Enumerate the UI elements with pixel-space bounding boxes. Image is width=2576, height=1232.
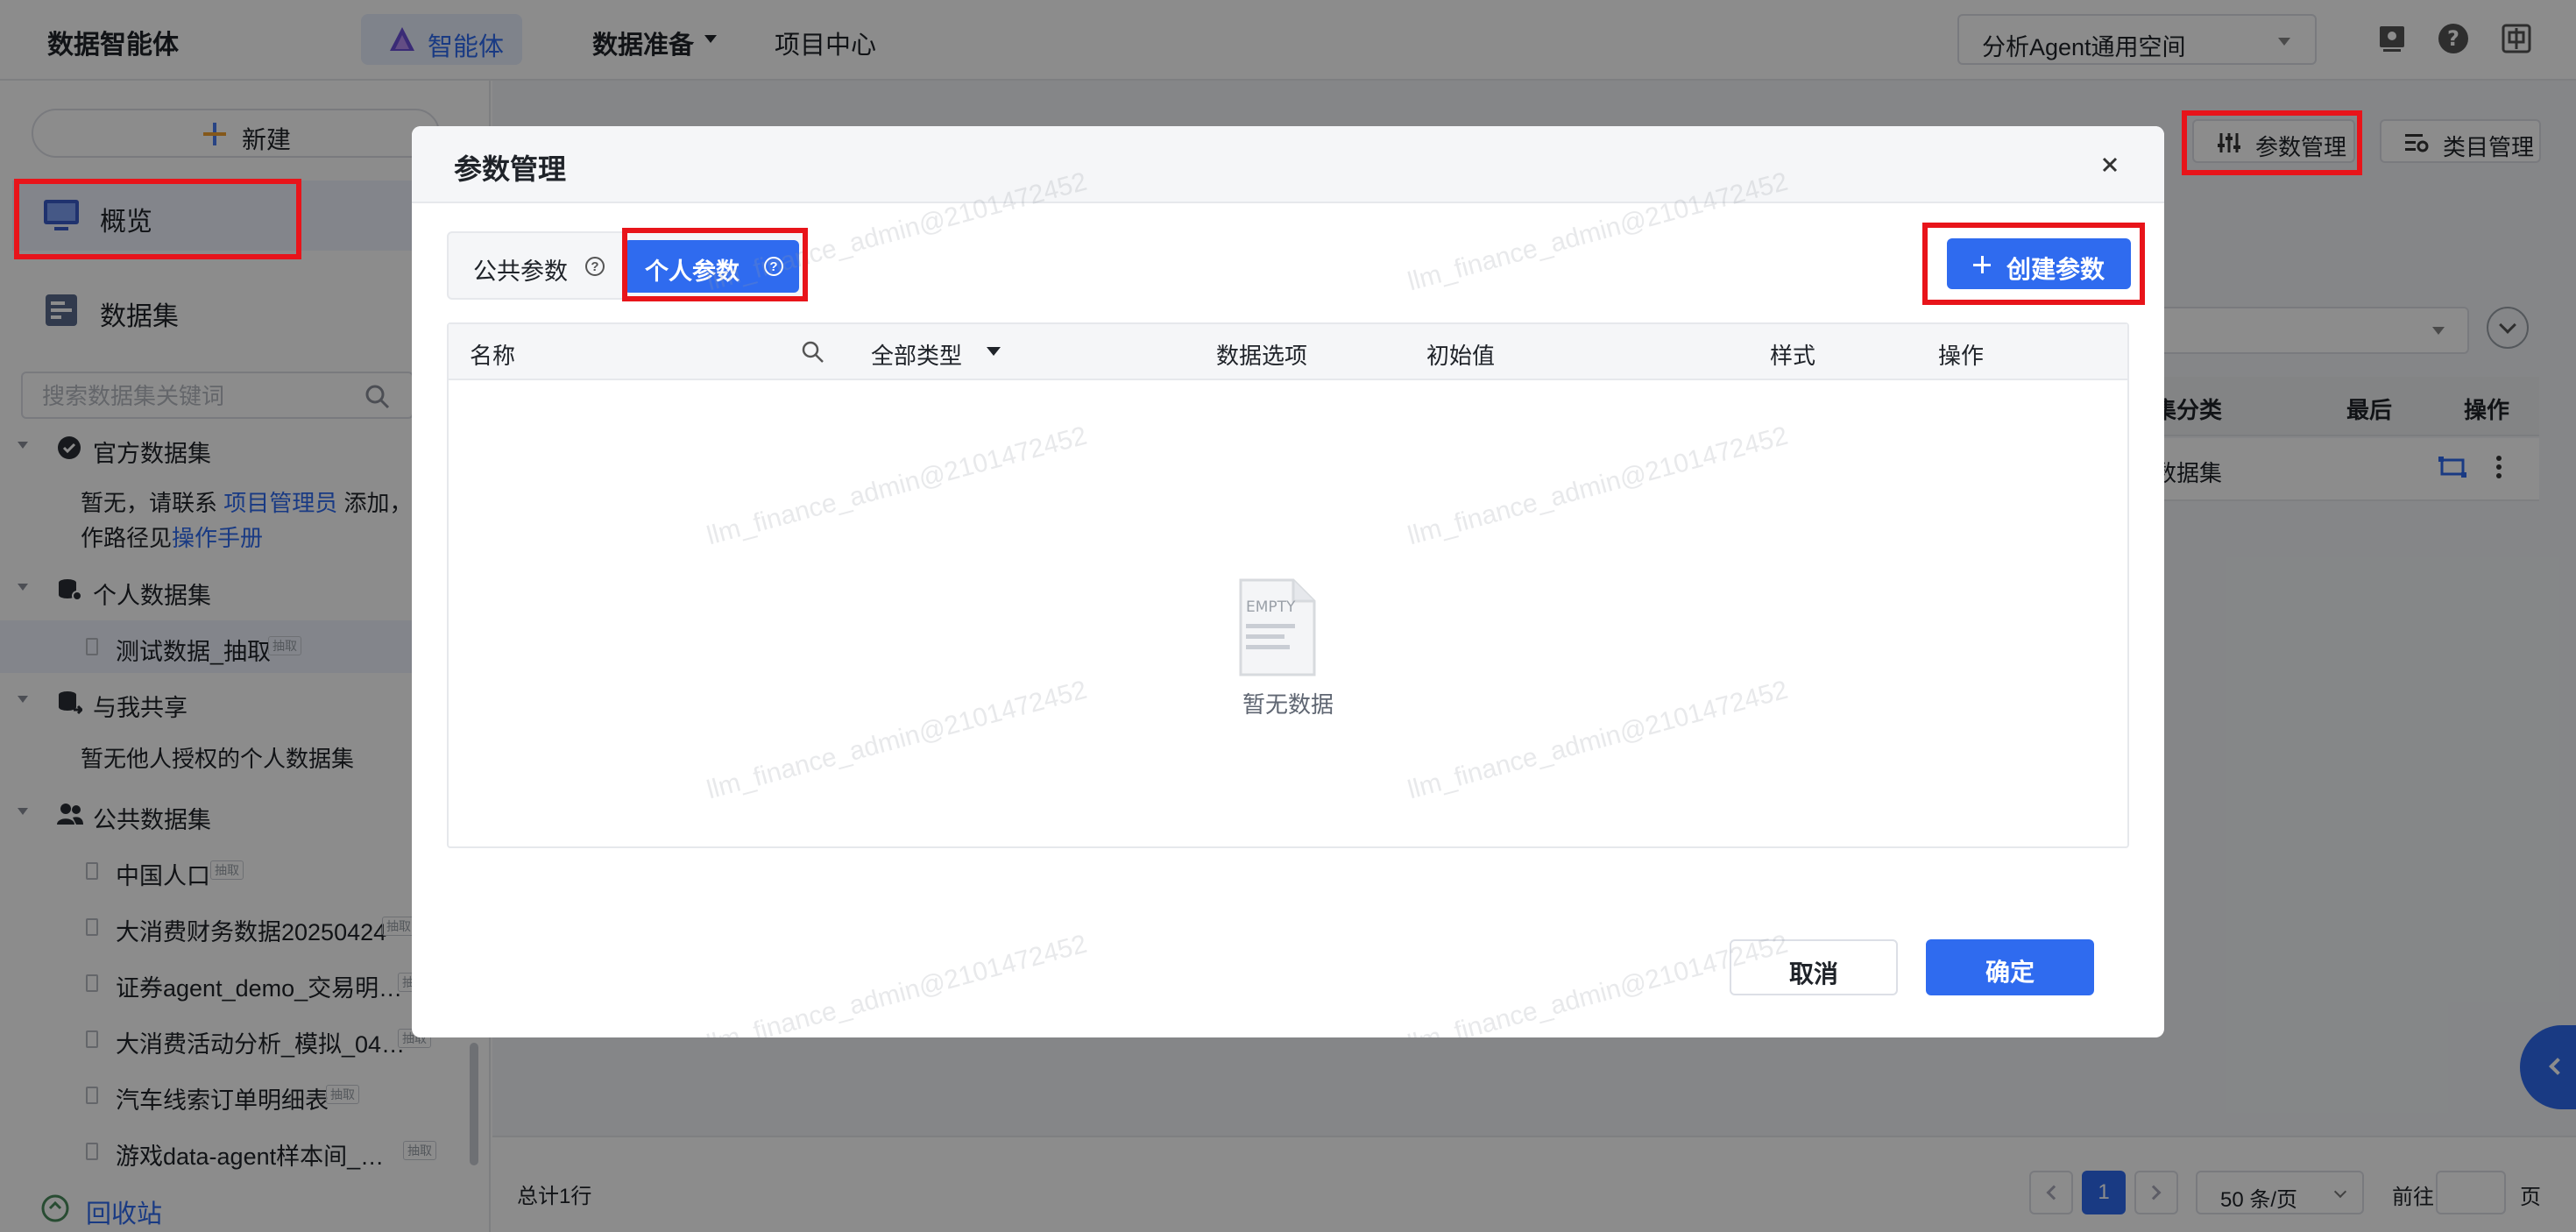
highlight-box-create-param xyxy=(1922,223,2145,305)
empty-file-icon: EMPTY xyxy=(1235,577,1320,678)
close-icon[interactable] xyxy=(2096,151,2124,179)
cancel-label: 取消 xyxy=(1788,960,1838,988)
table-header: 名称 全部类型 数据选项 初始值 样式 操作 xyxy=(449,324,2127,380)
column-header-name: 名称 xyxy=(470,343,516,369)
dialog-header xyxy=(412,126,2164,203)
dialog-title: 参数管理 xyxy=(454,153,567,185)
tab-label: 公共参数 xyxy=(473,258,568,285)
column-header-data-options: 数据选项 xyxy=(1216,343,1308,369)
column-header-actions: 操作 xyxy=(1938,343,1985,369)
column-header-type-filter[interactable]: 全部类型 xyxy=(871,338,962,371)
watermark: llm_finance_admin@2101472452 xyxy=(704,929,1090,1037)
empty-state-text: 暂无数据 xyxy=(1242,691,1334,718)
empty-label: EMPTY xyxy=(1246,598,1296,616)
search-icon[interactable] xyxy=(801,340,825,365)
column-header-style: 样式 xyxy=(1770,343,1816,369)
confirm-button[interactable]: 确定 xyxy=(1926,939,2094,995)
param-table: 名称 全部类型 数据选项 初始值 样式 操作 EMPTY 暂无数据 xyxy=(447,322,2129,848)
tab-public-params[interactable]: 公共参数 ? xyxy=(456,240,617,293)
highlight-box-overview xyxy=(14,179,301,259)
highlight-box-personal-tab xyxy=(622,228,808,301)
caret-down-icon[interactable] xyxy=(987,347,1001,356)
highlight-box-param-mgmt xyxy=(2182,110,2362,175)
question-circle-icon[interactable]: ? xyxy=(585,257,605,276)
column-header-initial-value: 初始值 xyxy=(1426,343,1496,369)
confirm-label: 确定 xyxy=(1985,959,2035,986)
cancel-button[interactable]: 取消 xyxy=(1730,939,1898,995)
